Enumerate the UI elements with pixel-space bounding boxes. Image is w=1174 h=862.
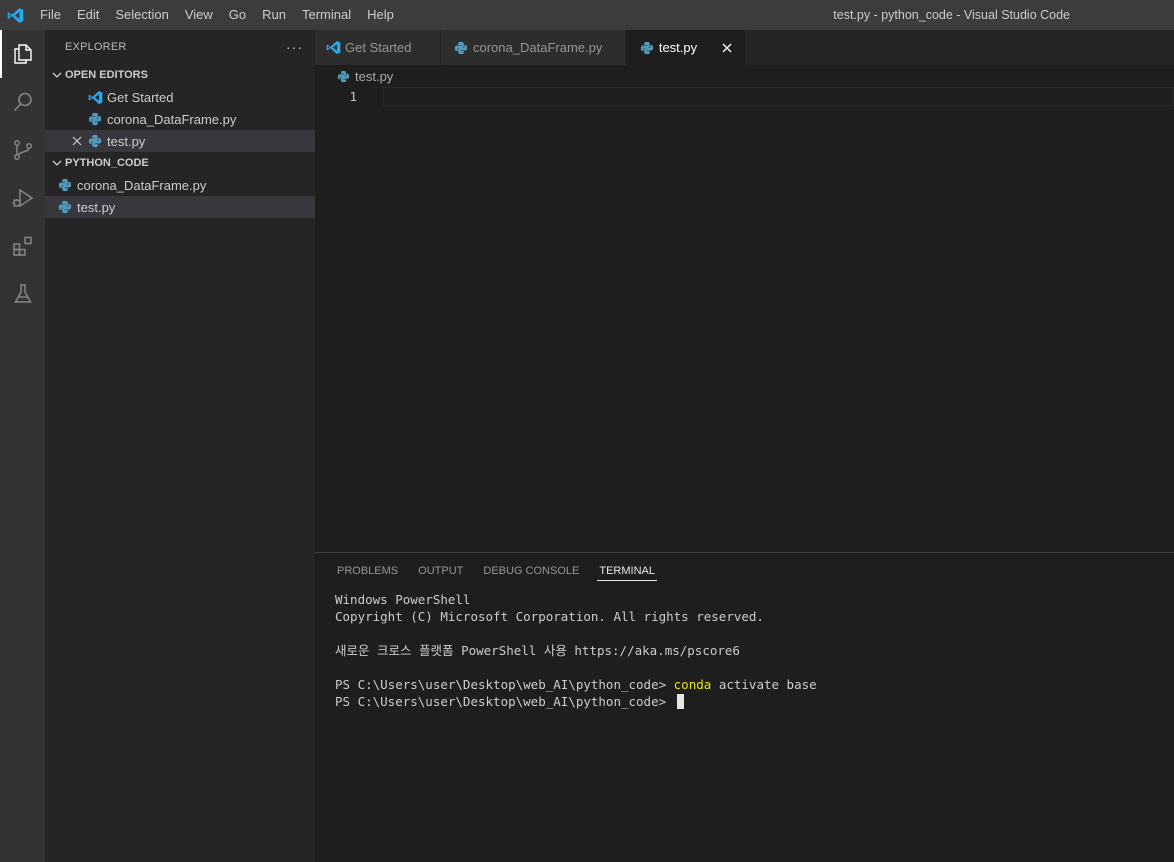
python-file-icon <box>87 133 103 149</box>
python-file-icon <box>87 111 103 127</box>
vscode-logo-icon <box>0 0 30 30</box>
open-editor-test[interactable]: test.py <box>45 130 315 152</box>
close-icon[interactable] <box>719 40 735 56</box>
open-editors-label: OPEN EDITORS <box>65 69 148 81</box>
menu-view[interactable]: View <box>177 0 221 30</box>
open-editor-label: Get Started <box>107 89 174 105</box>
terminal-command-keyword: conda <box>673 677 712 692</box>
open-editors-section[interactable]: OPEN EDITORS <box>45 64 315 86</box>
tab-corona-dataframe[interactable]: corona_DataFrame.py <box>441 30 626 65</box>
open-editor-label: corona_DataFrame.py <box>107 111 237 127</box>
file-label: test.py <box>77 199 116 215</box>
tab-test-py[interactable]: test.py <box>626 30 746 65</box>
tab-debug-console[interactable]: DEBUG CONSOLE <box>483 553 579 588</box>
menu-help[interactable]: Help <box>359 0 402 30</box>
tab-label: corona_DataFrame.py <box>473 40 603 55</box>
explorer-header: EXPLORER ··· <box>45 30 315 64</box>
terminal-line: Copyright (C) Microsoft Corporation. All… <box>335 609 764 624</box>
terminal-command-line: PS C:\Users\user\Desktop\web_AI\python_c… <box>335 676 1154 693</box>
line-number: 1 <box>349 89 357 104</box>
menu-edit[interactable]: Edit <box>69 0 107 30</box>
menu-go[interactable]: Go <box>221 0 254 30</box>
search-icon[interactable] <box>0 78 45 126</box>
vscode-icon <box>325 40 341 56</box>
open-editor-label: test.py <box>107 133 146 149</box>
tab-output[interactable]: OUTPUT <box>418 553 463 588</box>
file-item-test[interactable]: test.py <box>45 196 315 218</box>
chevron-down-icon <box>49 157 65 169</box>
activity-bar <box>0 30 45 862</box>
breadcrumb[interactable]: test.py <box>315 65 1174 87</box>
run-debug-icon[interactable] <box>0 174 45 222</box>
file-item-corona[interactable]: corona_DataFrame.py <box>45 174 315 196</box>
code-line[interactable]: 1 <box>315 87 1174 106</box>
folder-label: PYTHON_CODE <box>65 157 149 169</box>
terminal-line: Windows PowerShell <box>335 592 471 607</box>
explorer-title: EXPLORER <box>65 41 127 53</box>
menu-terminal[interactable]: Terminal <box>294 0 359 30</box>
terminal-command-args: activate base <box>711 677 817 692</box>
close-icon[interactable] <box>69 130 85 152</box>
bottom-panel: PROBLEMS OUTPUT DEBUG CONSOLE TERMINAL W… <box>315 552 1174 862</box>
python-code-folder-section[interactable]: PYTHON_CODE <box>45 152 315 174</box>
open-editor-get-started[interactable]: Get Started <box>45 86 315 108</box>
python-file-icon <box>335 68 351 84</box>
menu-run[interactable]: Run <box>254 0 294 30</box>
tab-label: Get Started <box>345 40 412 55</box>
editor-tabs: Get Started corona_DataFrame.py test.py <box>315 30 1174 65</box>
extensions-icon[interactable] <box>0 222 45 270</box>
tab-get-started[interactable]: Get Started <box>315 30 441 65</box>
chevron-down-icon <box>49 69 65 81</box>
terminal-input-line[interactable]: PS C:\Users\user\Desktop\web_AI\python_c… <box>335 693 1154 710</box>
python-file-icon <box>453 40 469 56</box>
title-bar: File Edit Selection View Go Run Terminal… <box>0 0 1174 30</box>
testing-icon[interactable] <box>0 270 45 318</box>
explorer-icon[interactable] <box>0 30 45 78</box>
python-file-icon <box>639 40 655 56</box>
tab-label: test.py <box>658 40 698 55</box>
menu-bar: File Edit Selection View Go Run Terminal… <box>32 0 402 30</box>
source-control-icon[interactable] <box>0 126 45 174</box>
tab-problems[interactable]: PROBLEMS <box>337 553 398 588</box>
editor-area: Get Started corona_DataFrame.py test.py … <box>315 30 1174 552</box>
terminal-prompt: PS C:\Users\user\Desktop\web_AI\python_c… <box>335 677 674 692</box>
explorer-sidebar: EXPLORER ··· OPEN EDITORS Get Started co… <box>45 30 315 862</box>
file-label: corona_DataFrame.py <box>77 177 207 193</box>
menu-selection[interactable]: Selection <box>107 0 176 30</box>
terminal-line: 새로운 크로스 플랫폼 PowerShell 사용 https://aka.ms… <box>335 643 740 658</box>
python-file-icon <box>57 199 73 215</box>
breadcrumb-file[interactable]: test.py <box>355 69 393 84</box>
current-line-highlight <box>383 87 1174 106</box>
menu-file[interactable]: File <box>32 0 69 30</box>
terminal-cursor <box>676 694 684 709</box>
terminal-output[interactable]: Windows PowerShell Copyright (C) Microso… <box>315 588 1174 713</box>
more-actions-icon[interactable]: ··· <box>286 39 303 55</box>
panel-tabs: PROBLEMS OUTPUT DEBUG CONSOLE TERMINAL <box>315 553 1174 588</box>
vscode-icon <box>87 89 103 105</box>
open-editor-corona[interactable]: corona_DataFrame.py <box>45 108 315 130</box>
python-file-icon <box>57 177 73 193</box>
tab-terminal[interactable]: TERMINAL <box>597 553 657 588</box>
terminal-prompt: PS C:\Users\user\Desktop\web_AI\python_c… <box>335 694 674 709</box>
